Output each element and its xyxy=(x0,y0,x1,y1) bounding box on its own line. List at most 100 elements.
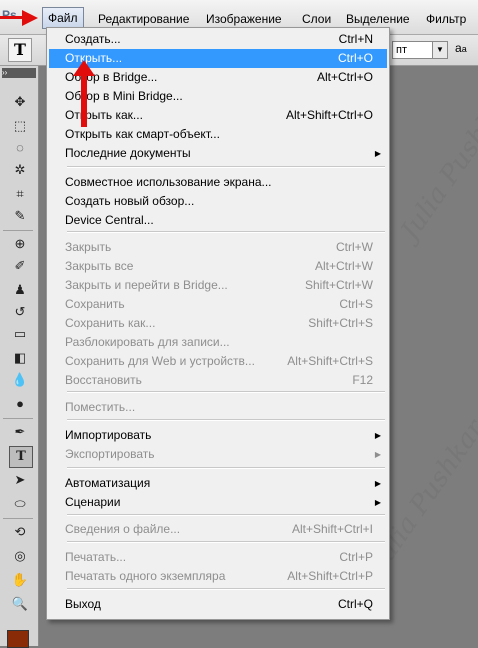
menu-item-label: Открыть как... xyxy=(65,108,143,122)
menu-item[interactable]: Открыть как... Alt+Shift+Ctrl+O xyxy=(49,106,387,125)
history-brush-tool-icon[interactable]: ↺ xyxy=(9,302,31,322)
menu-item-shortcut: Alt+Shift+Ctrl+S xyxy=(287,354,373,368)
font-size-field[interactable]: пт xyxy=(392,41,437,59)
submenu-arrow-icon: ▶ xyxy=(374,479,381,488)
blur-tool-icon[interactable]: 💧 xyxy=(9,370,31,390)
menu-item[interactable]: Обзор в Mini Bridge... xyxy=(49,87,387,106)
antialias-icon[interactable]: aa xyxy=(455,41,467,55)
menu-item-label: Сценарии xyxy=(65,495,121,509)
menu-item[interactable]: Закрыть все Alt+Ctrl+W xyxy=(49,257,387,276)
annotation-arrow-up-head xyxy=(73,60,95,76)
shape-tool-icon[interactable]: ⬭ xyxy=(9,494,31,514)
type-tool-preset-icon[interactable]: T xyxy=(8,38,32,62)
menu-file[interactable]: Файл xyxy=(42,7,84,29)
menu-item[interactable]: Совместное использование экрана... xyxy=(49,173,387,192)
photoshop-logo-icon: Ps xyxy=(2,8,17,22)
submenu-arrow-icon: ▶ xyxy=(374,498,381,507)
menu-separator xyxy=(67,166,385,168)
quick-select-tool-icon[interactable]: ✲ xyxy=(9,160,31,180)
menu-item[interactable]: Открыть как смарт-объект... xyxy=(49,125,387,144)
menu-item[interactable]: Последние документы ▶ xyxy=(49,144,387,163)
menu-separator xyxy=(67,541,385,543)
move-tool-icon[interactable]: ✥ xyxy=(9,92,31,112)
menu-item[interactable]: Разблокировать для записи... xyxy=(49,333,387,352)
menu-item-shortcut: Alt+Ctrl+W xyxy=(314,259,373,273)
path-select-tool-icon[interactable]: ➤ xyxy=(9,470,31,490)
menu-item[interactable]: Восстановить F12 xyxy=(49,371,387,390)
menu-item-label: Поместить... xyxy=(65,400,136,414)
menu-item[interactable]: Создать новый обзор... xyxy=(49,192,387,211)
menu-item-label: Закрыть xyxy=(65,240,112,254)
hand-tool-icon[interactable]: ✋ xyxy=(9,570,31,590)
menu-item-label: Закрыть и перейти в Bridge... xyxy=(65,278,228,292)
stamp-tool-icon[interactable]: ♟ xyxy=(9,280,31,300)
pen-tool-icon[interactable]: ✒ xyxy=(9,422,31,442)
dodge-tool-icon[interactable]: ● xyxy=(9,394,31,414)
menu-item-label: Экспортировать xyxy=(65,447,155,461)
menu-filter[interactable]: Фильтр xyxy=(426,10,466,28)
font-size-dropdown-icon[interactable]: ▼ xyxy=(432,41,448,59)
eyedropper-tool-icon[interactable]: ✎ xyxy=(9,206,31,226)
submenu-arrow-icon: ▶ xyxy=(374,431,381,440)
menu-item-label: Закрыть все xyxy=(65,259,134,273)
brush-tool-icon[interactable]: ✐ xyxy=(9,256,31,276)
menu-item-shortcut: Ctrl+P xyxy=(339,550,373,564)
foreground-color-swatch[interactable] xyxy=(7,630,29,648)
toolbox-divider xyxy=(3,230,33,231)
menu-item-label: Печатать... xyxy=(65,550,127,564)
menu-select[interactable]: Выделение xyxy=(346,10,410,28)
marquee-tool-icon[interactable]: ⬚ xyxy=(9,116,31,136)
menu-item-shortcut: Ctrl+N xyxy=(338,32,373,46)
menu-item-label: Совместное использование экрана... xyxy=(65,175,272,189)
menu-item-label: Открыть как смарт-объект... xyxy=(65,127,220,141)
menu-item[interactable]: Печатать одного экземпляра Alt+Shift+Ctrl… xyxy=(49,567,387,586)
menu-item[interactable]: Device Central... xyxy=(49,211,387,230)
menu-item[interactable]: Закрыть и перейти в Bridge... Shift+Ctrl+… xyxy=(49,276,387,295)
annotation-arrow-right-head xyxy=(22,10,38,26)
menu-item-shortcut: Ctrl+Q xyxy=(337,597,373,611)
menu-item[interactable]: Сохранить как... Shift+Ctrl+S xyxy=(49,314,387,333)
annotation-arrow-right xyxy=(0,16,22,19)
menu-item[interactable]: Сценарии ▶ xyxy=(49,493,387,512)
menu-item[interactable]: Поместить... xyxy=(49,398,387,417)
healing-tool-icon[interactable]: ⊕ xyxy=(9,234,31,254)
menu-item[interactable]: Обзор в Bridge... Alt+Ctrl+O xyxy=(49,68,387,87)
menu-item-shortcut: Ctrl+S xyxy=(339,297,373,311)
eraser-tool-icon[interactable]: ▭ xyxy=(9,324,31,344)
menu-layers[interactable]: Слои xyxy=(302,10,331,28)
crop-tool-icon[interactable]: ⌗ xyxy=(9,184,31,204)
submenu-arrow-icon: ▶ xyxy=(374,149,381,158)
menu-item[interactable]: Сохранить для Web и устройств... Alt+Shif… xyxy=(49,352,387,371)
gradient-tool-icon[interactable]: ◧ xyxy=(9,348,31,368)
toolbox-collapse-icon[interactable]: ›› xyxy=(2,68,36,78)
menu-item[interactable]: Сведения о файле... Alt+Shift+Ctrl+I xyxy=(49,520,387,539)
menu-item[interactable]: Импортировать ▶ xyxy=(49,426,387,445)
menu-item[interactable]: Автоматизация ▶ xyxy=(49,474,387,493)
3d-orbit-tool-icon[interactable]: ◎ xyxy=(9,546,31,566)
menu-item-shortcut: Alt+Shift+Ctrl+O xyxy=(285,108,373,122)
menu-item[interactable]: Создать... Ctrl+N xyxy=(49,30,387,49)
3d-rotate-tool-icon[interactable]: ⟲ xyxy=(9,522,31,542)
antialias-sub: a xyxy=(461,44,467,54)
menu-item-shortcut: Ctrl+W xyxy=(336,240,373,254)
menu-item-shortcut: Shift+Ctrl+W xyxy=(304,278,373,292)
menu-item-label: Выход xyxy=(65,597,101,611)
menu-item[interactable]: Выход Ctrl+Q xyxy=(49,595,387,614)
menu-item-label: Последние документы xyxy=(65,146,191,160)
menu-edit[interactable]: Редактирование xyxy=(98,10,189,28)
antialias-label: a xyxy=(455,41,462,55)
menu-item-label: Печатать одного экземпляра xyxy=(65,569,226,583)
menu-item[interactable]: Экспортировать ▶ xyxy=(49,445,387,464)
zoom-tool-icon[interactable]: 🔍 xyxy=(9,594,31,614)
menu-separator xyxy=(67,391,385,393)
menu-item[interactable]: Закрыть Ctrl+W xyxy=(49,238,387,257)
menu-item[interactable]: Открыть... Ctrl+O xyxy=(49,49,387,68)
menu-item-label: Автоматизация xyxy=(65,476,151,490)
file-menu-dropdown: Создать... Ctrl+N Открыть... Ctrl+O Обзор в … xyxy=(46,27,390,620)
menu-separator xyxy=(67,231,385,233)
menu-item[interactable]: Сохранить Ctrl+S xyxy=(49,295,387,314)
lasso-tool-icon[interactable]: ◌ xyxy=(9,138,31,158)
type-tool-icon[interactable]: T xyxy=(9,446,33,468)
menu-item[interactable]: Печатать... Ctrl+P xyxy=(49,548,387,567)
menu-image[interactable]: Изображение xyxy=(206,10,282,28)
